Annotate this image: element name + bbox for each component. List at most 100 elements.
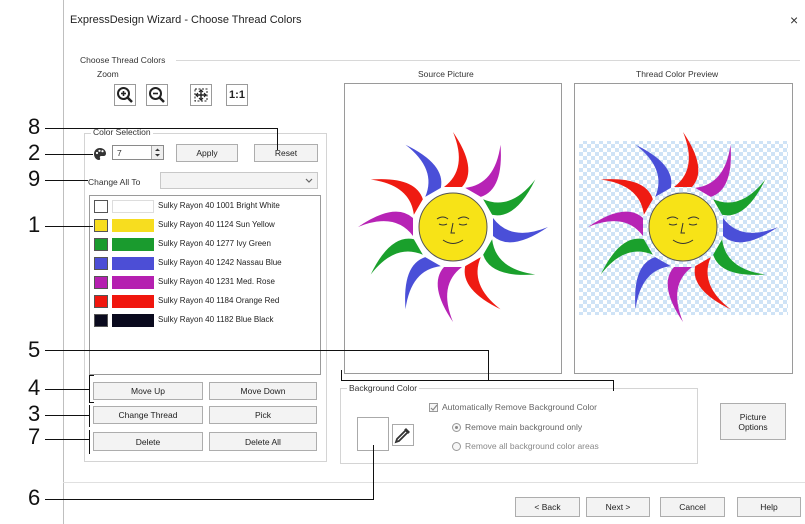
sun-ray	[465, 144, 501, 197]
color-count-value: 7	[117, 148, 122, 158]
callout-5-bracket	[341, 380, 614, 381]
callout-5-line	[45, 350, 488, 351]
background-color-label: Background Color	[347, 383, 420, 393]
thread-swatch-large	[112, 219, 154, 232]
sun-face	[418, 192, 488, 262]
thread-swatch-small	[94, 219, 108, 232]
palette-icon	[93, 147, 107, 161]
callout-1-line	[45, 226, 93, 227]
callout-8-line	[45, 128, 277, 129]
spinner-arrows-icon[interactable]	[151, 146, 163, 159]
callout-7: 7	[28, 424, 41, 449]
thread-row[interactable]: Sulky Rayon 40 1182 Blue Black	[92, 312, 316, 329]
remove-main-radio[interactable]: Remove main background only	[452, 422, 582, 432]
thread-swatch-small	[94, 295, 108, 308]
zoom-label: Zoom	[97, 69, 119, 79]
callout-6-drop	[373, 445, 374, 500]
sun-ray	[358, 211, 413, 236]
footer-divider	[63, 482, 805, 483]
delete-all-button[interactable]: Delete All	[209, 432, 317, 451]
thread-swatch-small	[94, 314, 108, 327]
thread-swatch-large	[112, 238, 154, 251]
callout-7-bracket	[89, 430, 90, 454]
sun-ray	[370, 179, 423, 215]
remove-all-label: Remove all background color areas	[465, 441, 599, 451]
callout-3-line	[45, 415, 89, 416]
thread-row[interactable]: Sulky Rayon 40 1001 Bright White	[92, 198, 316, 215]
thread-swatch-large	[112, 295, 154, 308]
next-button[interactable]: Next >	[586, 497, 650, 517]
pick-button[interactable]: Pick	[209, 406, 317, 424]
thread-swatch-large	[112, 314, 154, 327]
reset-button[interactable]: Reset	[254, 144, 318, 162]
callout-9: 9	[28, 166, 41, 191]
source-picture-panel	[344, 83, 562, 374]
callout-2-line	[45, 154, 93, 155]
picture-options-button[interactable]: Picture Options	[720, 403, 786, 440]
callout-4: 4	[28, 375, 41, 400]
thread-swatch-small	[94, 257, 108, 270]
radio-selected	[452, 422, 461, 432]
move-down-button[interactable]: Move Down	[209, 382, 317, 400]
auto-remove-label: Automatically Remove Background Color	[442, 402, 597, 412]
delete-button[interactable]: Delete	[93, 432, 203, 451]
thread-row[interactable]: Sulky Rayon 40 1184 Orange Red	[92, 293, 316, 310]
thread-label: Sulky Rayon 40 1182 Blue Black	[158, 315, 274, 324]
callout-7-line	[45, 439, 89, 440]
radio-unselected	[452, 441, 461, 451]
move-up-button[interactable]: Move Up	[93, 382, 203, 400]
zoom-in-button[interactable]	[114, 84, 136, 106]
eyedropper-button[interactable]	[392, 424, 414, 446]
sun-ray	[444, 132, 469, 187]
apply-button[interactable]: Apply	[176, 144, 238, 162]
thread-swatch-small	[94, 238, 108, 251]
choose-thread-colors-label: Choose Thread Colors	[80, 55, 166, 65]
thread-row[interactable]: Sulky Rayon 40 1124 Sun Yellow	[92, 217, 316, 234]
zoom-fit-icon	[194, 88, 208, 102]
callout-4-tick-bottom	[89, 402, 94, 403]
callout-4-line	[45, 389, 89, 390]
thread-row[interactable]: Sulky Rayon 40 1277 Ivy Green	[92, 236, 316, 253]
thread-swatch-large	[112, 276, 154, 289]
remove-all-radio[interactable]: Remove all background color areas	[452, 441, 599, 451]
sun-ray	[437, 267, 462, 322]
callout-5: 5	[28, 337, 41, 362]
sun-ray	[493, 218, 548, 243]
callout-8: 8	[28, 114, 41, 139]
back-button[interactable]: < Back	[515, 497, 580, 517]
callout-3-bracket	[89, 405, 90, 427]
sun-ray	[405, 257, 441, 310]
zoom-fit-button[interactable]	[190, 84, 212, 106]
callout-9-line	[45, 180, 88, 181]
color-count-spinner[interactable]: 7	[112, 145, 164, 160]
callout-6-line	[45, 499, 373, 500]
thread-label: Sulky Rayon 40 1001 Bright White	[158, 201, 280, 210]
change-thread-button[interactable]: Change Thread	[93, 406, 203, 424]
callout-8-drop	[277, 128, 278, 150]
help-button[interactable]: Help	[737, 497, 801, 517]
close-icon[interactable]: ×	[790, 12, 798, 28]
thread-label: Sulky Rayon 40 1242 Nassau Blue	[158, 258, 282, 267]
auto-remove-checkbox[interactable]: Automatically Remove Background Color	[429, 402, 597, 412]
chevron-down-icon	[305, 178, 313, 183]
thread-row[interactable]: Sulky Rayon 40 1231 Med. Rose	[92, 274, 316, 291]
thread-swatch-small	[94, 200, 108, 213]
callout-5-bracket-left	[341, 370, 342, 381]
zoom-actual-icon: 1:1	[229, 89, 245, 101]
checkbox-box	[429, 402, 438, 412]
thread-preview-title: Thread Color Preview	[636, 69, 719, 79]
thread-row[interactable]: Sulky Rayon 40 1242 Nassau Blue	[92, 255, 316, 272]
group-divider	[176, 60, 800, 61]
change-all-to-dropdown[interactable]	[160, 172, 318, 189]
source-sun-image	[358, 132, 548, 322]
zoom-actual-button[interactable]: 1:1	[226, 84, 248, 106]
zoom-in-icon	[117, 87, 133, 103]
sun-face	[648, 192, 718, 262]
zoom-out-button[interactable]	[146, 84, 168, 106]
cancel-button[interactable]: Cancel	[660, 497, 725, 517]
callout-6: 6	[28, 485, 41, 510]
eyedropper-icon	[394, 428, 410, 444]
thread-label: Sulky Rayon 40 1231 Med. Rose	[158, 277, 275, 286]
thread-label: Sulky Rayon 40 1184 Orange Red	[158, 296, 280, 305]
thread-label: Sulky Rayon 40 1124 Sun Yellow	[158, 220, 275, 229]
